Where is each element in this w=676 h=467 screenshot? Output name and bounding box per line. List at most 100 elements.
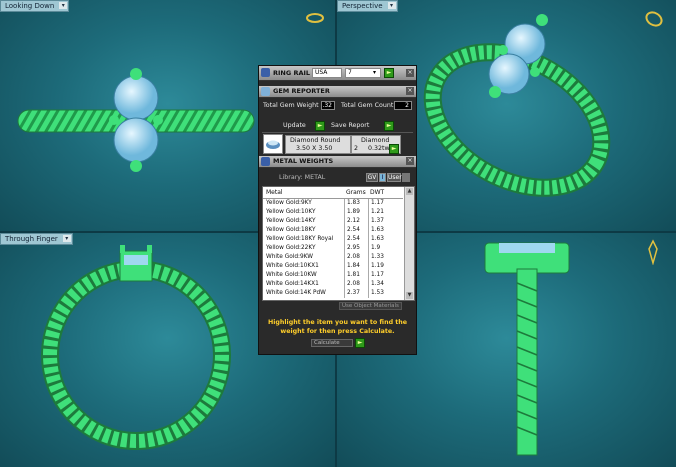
ring-rail-header: RING RAIL USA 7 ▾ ► × <box>259 66 416 81</box>
column-header-metal[interactable]: Metal <box>266 189 283 196</box>
calculate-label: Calculate <box>311 339 353 347</box>
gem-thumbnail[interactable] <box>263 134 283 154</box>
grams-cell: 1.81 <box>344 271 369 280</box>
viewport-label-text: Through Finger <box>5 235 58 243</box>
grams-cell: 1.83 <box>344 199 369 208</box>
metal-weights-table[interactable]: Metal Grams DWT Yellow Gold:9KY 1.83 1.17 … <box>262 186 415 301</box>
viewport-label-text: Looking Down <box>5 2 55 10</box>
table-row[interactable]: White Gold:14KX1 2.08 1.34 <box>263 280 403 289</box>
gem-go-button[interactable]: ► <box>389 144 399 154</box>
grams-cell: 1.89 <box>344 208 369 217</box>
grams-cell: 2.12 <box>344 217 369 226</box>
viewport-label-looking-down[interactable]: Looking Down ▾ <box>0 0 70 12</box>
column-header-dwt[interactable]: DWT <box>368 189 392 196</box>
metal-cell: Yellow Gold:18KY <box>266 227 316 233</box>
table-scrollbar[interactable]: ▲ ▼ <box>404 187 414 300</box>
library-toggle-icon[interactable] <box>402 173 410 182</box>
grams-cell: 2.54 <box>344 226 369 235</box>
total-gem-weight-label: Total Gem Weight <box>263 102 319 109</box>
metal-cell: Yellow Gold:9KY <box>266 200 312 206</box>
ring-rail-go-button[interactable]: ► <box>384 68 394 78</box>
total-gem-count-label: Total Gem Count <box>341 102 394 109</box>
dwt-cell: 1.63 <box>368 235 393 244</box>
dwt-cell: 1.63 <box>368 226 393 235</box>
gem-reporter-icon <box>261 87 270 96</box>
metal-cell: Yellow Gold:14KY <box>266 218 316 224</box>
grams-cell: 2.08 <box>344 253 369 262</box>
info-library-button[interactable]: I <box>379 173 386 182</box>
gv-library-button[interactable]: GV <box>366 173 378 182</box>
grams-cell: 2.37 <box>344 289 369 298</box>
dwt-cell: 1.17 <box>368 271 393 280</box>
metal-cell: White Gold:9KW <box>266 254 313 260</box>
dwt-cell: 1.37 <box>368 217 393 226</box>
scroll-down-icon[interactable]: ▼ <box>406 292 413 299</box>
grams-cell: 2.54 <box>344 235 369 244</box>
total-gem-count-value: 2 <box>394 101 412 110</box>
ring-rail-icon <box>261 68 270 77</box>
dwt-cell: 1.33 <box>368 253 393 262</box>
gem-reporter-header: GEM REPORTER × <box>259 86 416 98</box>
ring-orientation-icon <box>648 239 658 265</box>
gem-name: Diamond Round <box>290 137 341 144</box>
save-report-label: Save Report <box>331 122 370 129</box>
gem-material: Diamond <box>361 137 390 144</box>
metal-cell: White Gold:14KX1 <box>266 281 319 287</box>
viewport-label-through-finger[interactable]: Through Finger ▾ <box>0 233 73 245</box>
table-row[interactable]: Yellow Gold:18KY 2.54 1.63 <box>263 226 403 235</box>
use-object-materials-button[interactable]: Use Object Materials <box>339 302 402 310</box>
grams-cell: 2.95 <box>344 244 369 253</box>
dwt-cell: 1.17 <box>368 199 393 208</box>
dwt-cell: 1.9 <box>368 244 393 253</box>
total-gem-weight-value: .32 <box>321 101 335 110</box>
dwt-cell: 1.53 <box>368 289 393 298</box>
chevron-down-icon[interactable]: ▾ <box>373 69 376 76</box>
dwt-cell: 1.34 <box>368 280 393 289</box>
table-row[interactable]: Yellow Gold:22KY 2.95 1.9 <box>263 244 403 253</box>
table-row[interactable]: White Gold:10KX1 1.84 1.19 <box>263 262 403 271</box>
save-report-button[interactable]: ► <box>384 121 394 131</box>
gem-reporter-title: GEM REPORTER <box>273 87 330 95</box>
gem-size: 3.50 X 3.50 <box>296 145 333 152</box>
user-library-button[interactable]: User <box>387 173 402 182</box>
table-row[interactable]: Yellow Gold:10KY 1.89 1.21 <box>263 208 403 217</box>
grams-cell: 1.84 <box>344 262 369 271</box>
chevron-down-icon[interactable]: ▾ <box>62 235 71 242</box>
dwt-cell: 1.21 <box>368 208 393 217</box>
metal-cell: Yellow Gold:10KY <box>266 209 316 215</box>
update-label: Update <box>283 122 306 129</box>
metal-cell: White Gold:10KW <box>266 272 317 278</box>
calculate-button[interactable]: ► <box>355 338 365 348</box>
close-icon[interactable]: × <box>406 87 414 95</box>
viewport-label-perspective[interactable]: Perspective ▾ <box>337 0 398 12</box>
table-row[interactable]: Yellow Gold:14KY 2.12 1.37 <box>263 217 403 226</box>
close-icon[interactable]: × <box>406 69 414 77</box>
chevron-down-icon[interactable]: ▾ <box>59 2 68 9</box>
update-button[interactable]: ► <box>315 121 325 131</box>
metal-cell: Yellow Gold:22KY <box>266 245 316 251</box>
table-row[interactable]: White Gold:10KW 1.81 1.17 <box>263 271 403 280</box>
close-icon[interactable]: × <box>406 157 414 165</box>
chevron-down-icon[interactable]: ▾ <box>387 2 396 9</box>
metal-weights-header: METAL WEIGHTS × <box>259 156 416 168</box>
metal-cell: White Gold:14K PdW <box>266 290 326 296</box>
metal-weights-title: METAL WEIGHTS <box>273 157 334 165</box>
round-diamond-icon <box>266 140 280 149</box>
table-row[interactable]: White Gold:9KW 2.08 1.33 <box>263 253 403 262</box>
gem-shape-cell[interactable]: Diamond Round 3.50 X 3.50 <box>285 135 351 154</box>
table-row[interactable]: Yellow Gold:9KY 1.83 1.17 <box>263 199 403 208</box>
gem-quantity: 2 <box>354 145 359 152</box>
gem-total-weight: 0.32tw <box>368 145 390 152</box>
table-header: Metal Grams DWT <box>263 187 403 199</box>
column-header-grams[interactable]: Grams <box>344 189 368 196</box>
region-select[interactable]: USA <box>312 68 342 78</box>
dwt-cell: 1.19 <box>368 262 393 271</box>
library-label: Library: METAL <box>279 174 326 181</box>
metal-cell: Yellow Gold:18KY Royal <box>266 236 334 242</box>
table-row[interactable]: Yellow Gold:18KY Royal 2.54 1.63 <box>263 235 403 244</box>
grams-cell: 2.08 <box>344 280 369 289</box>
table-row[interactable]: White Gold:14K PdW 2.37 1.53 <box>263 289 403 298</box>
ring-rail-title: RING RAIL <box>273 69 311 77</box>
scroll-up-icon[interactable]: ▲ <box>406 188 413 195</box>
divider <box>262 132 413 133</box>
